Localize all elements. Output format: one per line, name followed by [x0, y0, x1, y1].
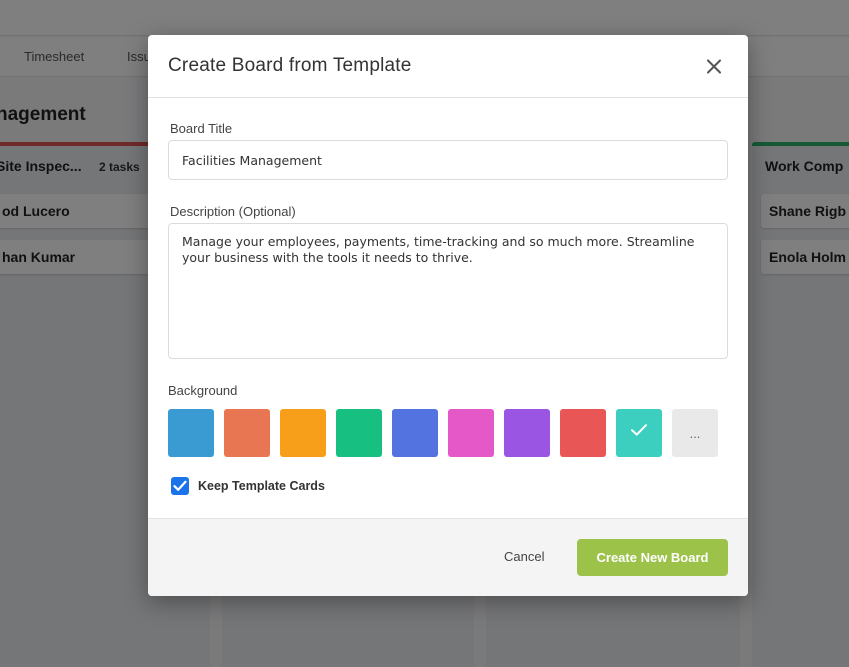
- description-label: Description (Optional): [170, 204, 296, 219]
- modal-header: Create Board from Template: [148, 35, 748, 98]
- board-title-label: Board Title: [170, 121, 233, 136]
- color-swatch[interactable]: [560, 409, 606, 457]
- color-swatch[interactable]: [224, 409, 270, 457]
- color-swatch[interactable]: [392, 409, 438, 457]
- checkmark-icon: [631, 424, 647, 436]
- modal-footer: Cancel Create New Board: [148, 518, 748, 596]
- color-swatch[interactable]: [336, 409, 382, 457]
- close-icon[interactable]: [704, 56, 724, 76]
- more-colors-button[interactable]: ...: [672, 409, 718, 457]
- keep-template-cards-label: Keep Template Cards: [198, 479, 325, 493]
- create-new-board-button[interactable]: Create New Board: [577, 539, 728, 576]
- description-textarea[interactable]: [168, 223, 728, 359]
- background-color-picker: ...: [168, 409, 728, 457]
- color-swatch[interactable]: [504, 409, 550, 457]
- checkmark-icon: [173, 480, 187, 491]
- create-board-modal: Create Board from Template Board Title D…: [148, 35, 748, 596]
- modal-title: Create Board from Template: [168, 55, 412, 76]
- color-swatch[interactable]: [448, 409, 494, 457]
- background-label: Background: [168, 383, 238, 398]
- color-swatch[interactable]: [168, 409, 214, 457]
- keep-template-cards-checkbox[interactable]: [171, 477, 189, 495]
- color-swatch[interactable]: [280, 409, 326, 457]
- color-swatch[interactable]: [616, 409, 662, 457]
- board-title-input[interactable]: [168, 140, 728, 180]
- cancel-button[interactable]: Cancel: [504, 549, 544, 564]
